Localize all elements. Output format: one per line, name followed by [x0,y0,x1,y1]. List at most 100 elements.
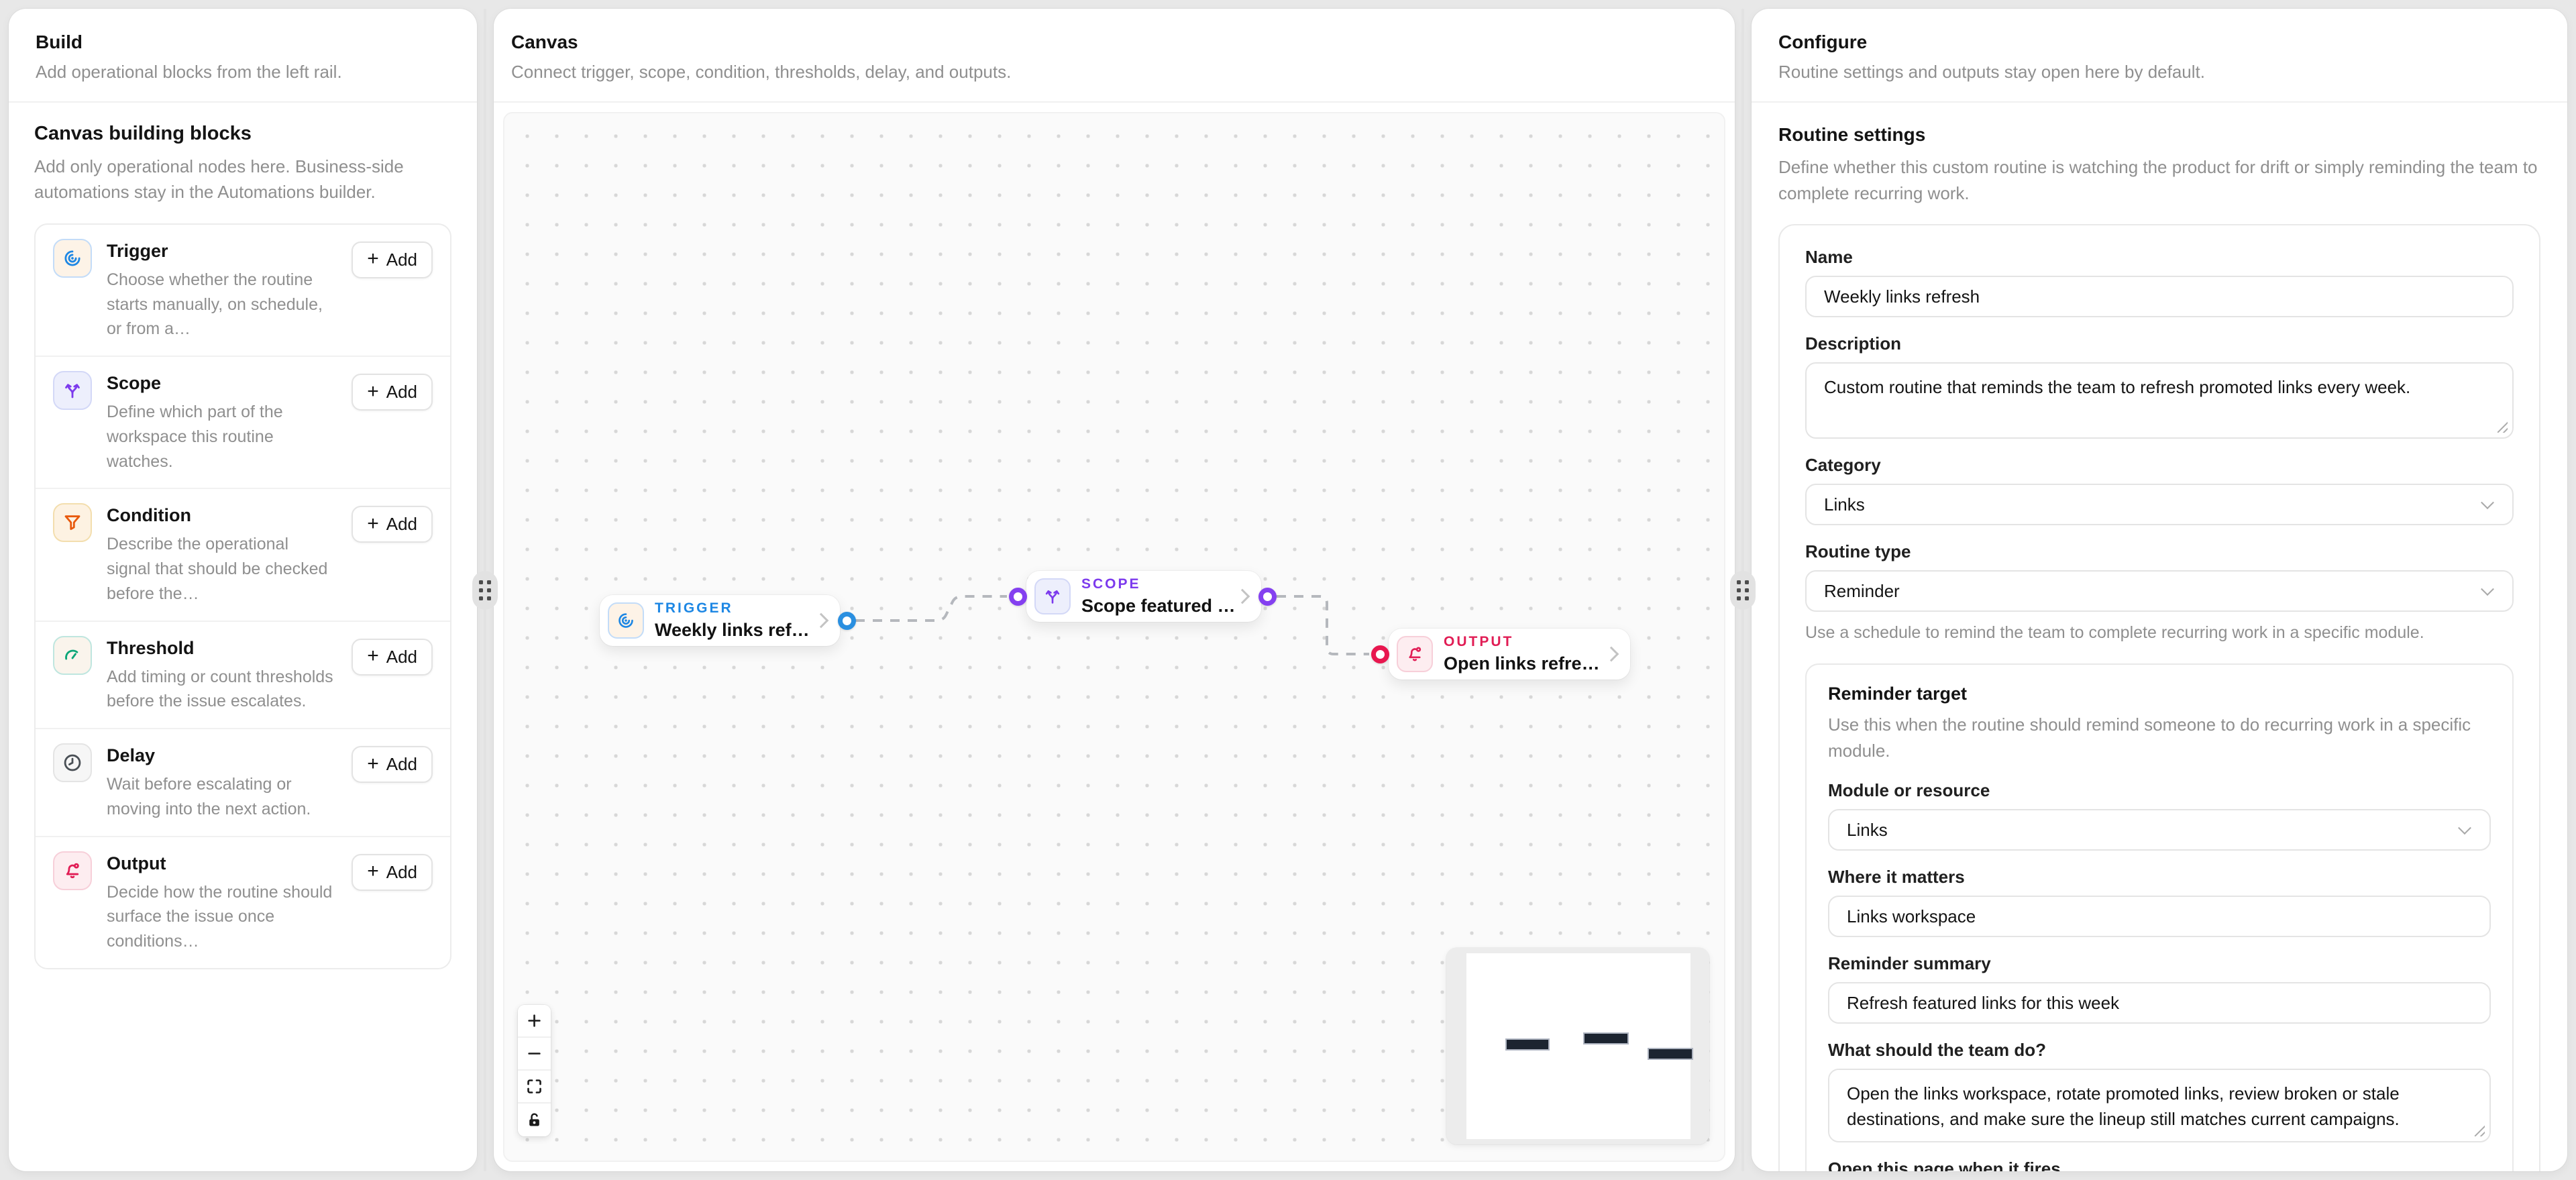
routine-type-selected-value: Reminder [1824,581,1900,602]
add-delay-button[interactable]: + Add [352,746,433,783]
fit-view-button[interactable] [518,1071,551,1104]
fit-view-icon [525,1077,543,1095]
node-type-label: SCOPE [1081,576,1226,592]
routine-settings-heading: Routine settings [1778,124,2540,146]
handle-trigger-source[interactable] [838,612,856,630]
reminder-target-description: Use this when the routine should remind … [1828,712,2491,764]
node-title: Scope featured … [1081,596,1226,616]
where-input[interactable] [1828,896,2491,937]
handle-output-target[interactable] [1371,645,1389,663]
block-row-condition: Condition Describe the operational signa… [36,489,450,621]
where-label: Where it matters [1828,867,2491,888]
module-label: Module or resource [1828,780,2491,801]
flow-node-output[interactable]: OUTPUT Open links refre… [1389,629,1630,680]
routine-type-help: Use a schedule to remind the team to com… [1805,621,2514,645]
node-title: Weekly links ref… [655,620,805,641]
handle-scope-target[interactable] [1009,588,1027,606]
add-threshold-button[interactable]: + Add [352,639,433,676]
threshold-gauge-icon [53,636,92,675]
trigger-swirl-icon [53,239,92,278]
chevron-down-icon [2458,821,2471,835]
chevron-right-icon [814,613,829,629]
configure-panel-header: Configure Routine settings and outputs s… [1752,9,2567,103]
build-panel-header: Build Add operational blocks from the le… [9,9,477,103]
block-row-output: Output Decide how the routine should sur… [36,837,450,968]
delay-clock-icon [53,743,92,782]
plus-icon [525,1012,543,1030]
block-desc-output: Decide how the routine should surface th… [107,880,337,954]
block-name-condition: Condition [107,505,337,526]
add-button-label: Add [386,754,417,775]
scope-branch-icon [1034,578,1071,614]
building-blocks-description: Add only operational nodes here. Busines… [34,154,410,205]
block-desc-condition: Describe the operational signal that sho… [107,532,337,606]
edge-scope-to-output [1277,596,1369,654]
canvas-controls [518,1005,551,1136]
flow-canvas[interactable]: TRIGGER Weekly links ref… SCOPE Scope fe… [503,112,1725,1162]
category-select[interactable]: Links [1805,484,2514,525]
scope-branch-icon [53,371,92,410]
module-select[interactable]: Links [1828,809,2491,851]
summary-label: Reminder summary [1828,953,2491,974]
canvas-minimap[interactable] [1446,948,1709,1144]
plus-icon: + [367,382,379,402]
block-name-scope: Scope [107,373,337,394]
block-name-trigger: Trigger [107,241,337,262]
building-blocks-list: Trigger Choose whether the routine start… [34,223,451,969]
minimap-viewport [1466,953,1690,1139]
build-panel: Build Add operational blocks from the le… [9,9,477,1171]
description-textarea[interactable]: Custom routine that reminds the team to … [1805,362,2514,439]
building-blocks-heading: Canvas building blocks [34,123,451,145]
block-row-threshold: Threshold Add timing or count thresholds… [36,622,450,730]
handle-scope-source[interactable] [1258,588,1277,606]
add-button-label: Add [386,382,417,403]
category-label: Category [1805,455,2514,476]
add-button-label: Add [386,250,417,270]
block-row-scope: Scope Define which part of the workspace… [36,357,450,489]
build-panel-subtitle: Add operational blocks from the left rai… [36,62,450,83]
add-trigger-button[interactable]: + Add [352,242,433,278]
chevron-down-icon [2481,582,2494,596]
block-row-trigger: Trigger Choose whether the routine start… [36,225,450,357]
configure-panel-subtitle: Routine settings and outputs stay open h… [1778,62,2540,83]
canvas-panel-header: Canvas Connect trigger, scope, condition… [494,9,1735,103]
block-name-output: Output [107,853,337,874]
zoom-out-button[interactable] [518,1038,551,1071]
add-condition-button[interactable]: + Add [352,506,433,543]
panel-resize-handle[interactable] [1730,571,1756,610]
panel-resize-handle[interactable] [472,571,498,610]
flow-node-scope[interactable]: SCOPE Scope featured … [1026,571,1261,622]
output-bell-icon [53,851,92,890]
trigger-swirl-icon [608,602,644,639]
name-input[interactable] [1805,276,2514,317]
configure-panel-title: Configure [1778,32,2540,53]
minimap-node-trigger [1505,1038,1550,1051]
edge-trigger-to-scope [855,596,1007,621]
routine-settings-form: Name Description Custom routine that rem… [1778,224,2540,1171]
plus-icon: + [367,754,379,774]
routine-settings-description: Define whether this custom routine is wa… [1778,154,2540,207]
add-button-label: Add [386,862,417,883]
canvas-panel: Canvas Connect trigger, scope, condition… [494,9,1735,1171]
summary-input[interactable] [1828,982,2491,1024]
routine-type-select[interactable]: Reminder [1805,570,2514,612]
node-type-label: OUTPUT [1444,634,1595,650]
team-task-textarea[interactable]: Open the links workspace, rotate promote… [1828,1069,2491,1142]
canvas-panel-subtitle: Connect trigger, scope, condition, thres… [511,62,1708,83]
routine-settings-section: Routine settings Define whether this cus… [1752,103,2567,1171]
plus-icon: + [367,514,379,534]
node-type-label: TRIGGER [655,600,805,616]
flow-node-trigger[interactable]: TRIGGER Weekly links ref… [600,595,840,646]
add-scope-button[interactable]: + Add [352,374,433,411]
zoom-in-button[interactable] [518,1005,551,1038]
lock-interactivity-button[interactable] [518,1104,551,1136]
condition-funnel-icon [53,503,92,542]
block-desc-scope: Define which part of the workspace this … [107,400,337,474]
name-label: Name [1805,247,2514,268]
node-title: Open links refre… [1444,653,1595,674]
add-button-label: Add [386,514,417,535]
plus-icon: + [367,646,379,666]
building-blocks-rail: Canvas building blocks Add only operatio… [9,103,477,989]
add-output-button[interactable]: + Add [352,854,433,891]
team-task-label: What should the team do? [1828,1040,2491,1061]
